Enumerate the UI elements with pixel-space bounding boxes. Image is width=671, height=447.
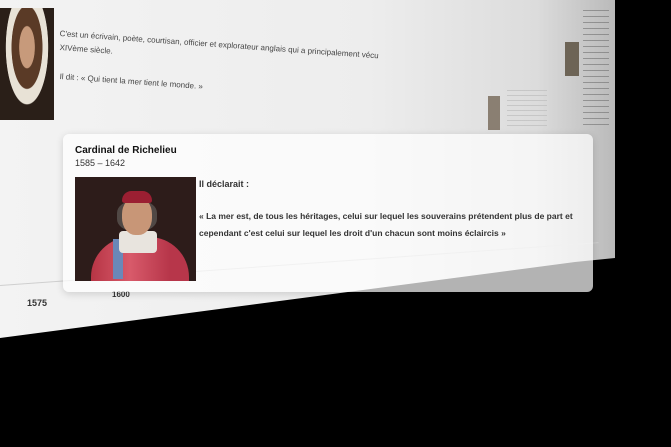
thumbnail-image [488, 96, 500, 130]
background-quote-line: Il dit : « Qui tient la mer tient le mon… [59, 71, 204, 91]
person-card[interactable]: Cardinal de Richelieu 1585 – 1642 Il déc… [63, 134, 593, 292]
richelieu-portrait-image [75, 177, 196, 281]
explorer-portrait-image [0, 8, 54, 120]
person-name: Cardinal de Richelieu [75, 145, 177, 156]
person-dates: 1585 – 1642 [75, 158, 126, 168]
background-intro-line-2: XIVème siècle. [59, 42, 114, 56]
quote-text: « La mer est, de tous les héritages, cel… [199, 211, 573, 238]
illegible-text-block [507, 90, 547, 130]
illegible-text-block [583, 10, 609, 130]
timeline-label-1575: 1575 [27, 298, 48, 308]
portrait-cap [122, 191, 152, 203]
quote-intro: Il déclarait : [199, 179, 250, 189]
thumbnail-image [565, 42, 579, 76]
